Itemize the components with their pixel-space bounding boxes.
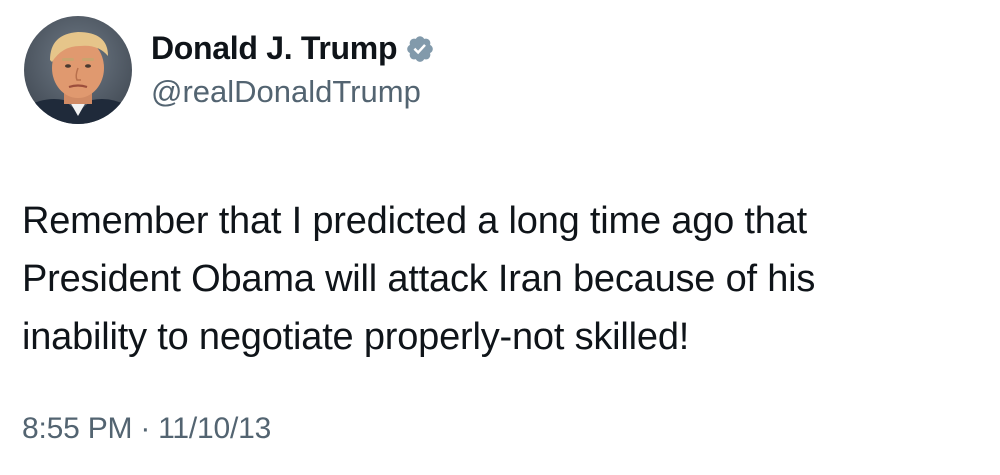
timestamp-separator: · [140, 412, 151, 445]
tweet-text: Remember that I predicted a long time ag… [22, 200, 816, 358]
tweet-time[interactable]: 8:55 PM [22, 412, 133, 446]
tweet-card: Donald J. Trump @realDonaldTrump Remembe… [0, 0, 1000, 475]
tweet-timestamp: 8:55 PM · 11/10/13 [22, 412, 271, 446]
tweet-date[interactable]: 11/10/13 [158, 412, 271, 446]
avatar[interactable] [24, 16, 132, 124]
display-name[interactable]: Donald J. Trump [151, 30, 398, 67]
user-handle[interactable]: @realDonaldTrump [151, 74, 421, 110]
avatar-image [24, 16, 132, 124]
verified-badge-icon[interactable] [405, 34, 435, 64]
author-name-row: Donald J. Trump [151, 26, 435, 70]
